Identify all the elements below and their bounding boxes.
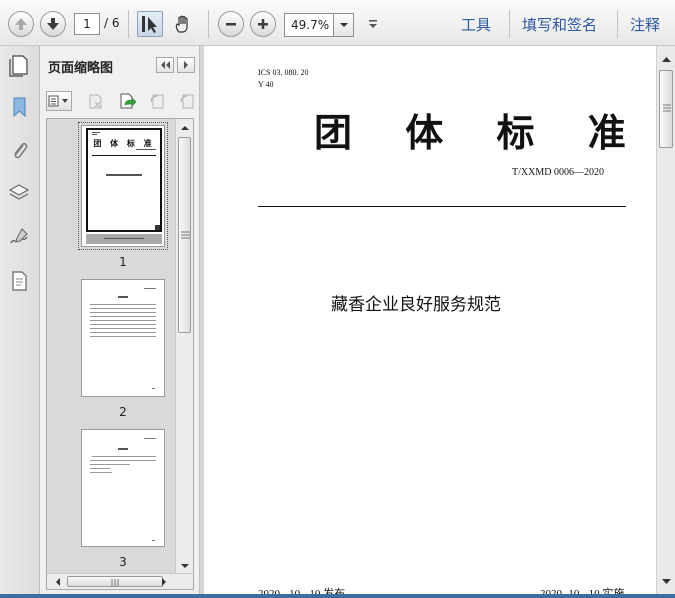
thumbnail-scroll-thumb[interactable] (178, 137, 191, 333)
thumbnails-header: 页面缩略图 (40, 46, 200, 84)
bookmark-icon[interactable] (6, 94, 32, 120)
select-tool-button[interactable] (137, 11, 163, 37)
classification-code: Y 40 (258, 80, 274, 89)
chevron-right-icon (184, 61, 188, 69)
thumbnails-panel: 页面缩略图 团 体 标 准 1 2 3 (40, 46, 200, 598)
thumbnail-page-3[interactable] (81, 429, 165, 547)
standard-name: 藏香企业良好服务规范 (331, 295, 501, 315)
plus-icon (258, 19, 268, 29)
standard-number: T/XXMD 0006—2020 (512, 167, 604, 178)
grip-icon (663, 104, 671, 112)
fill-sign-link[interactable]: 填写和签名 (522, 14, 597, 35)
toolbar-divider (509, 10, 510, 38)
grip-icon (111, 579, 119, 586)
content-icon[interactable] (6, 268, 32, 294)
scroll-right-icon (162, 578, 166, 586)
zoom-out-button[interactable] (218, 11, 244, 37)
thumbnail-hscroll-thumb[interactable] (67, 576, 163, 587)
thumbnail-list[interactable]: 团 体 标 准 1 2 3 (46, 118, 194, 590)
insert-page-icon (120, 93, 136, 109)
scroll-up-icon (662, 57, 671, 62)
toolbar-divider (617, 10, 618, 38)
thumbnail-page-2[interactable] (81, 279, 165, 397)
thumbnail-label: 2 (119, 405, 127, 419)
thumbnail-label: 3 (119, 555, 127, 569)
trash-icon (89, 94, 102, 109)
rotate-icon (150, 94, 164, 109)
thumbnail-page-1[interactable]: 团 体 标 准 (78, 122, 168, 250)
hand-tool-button[interactable] (170, 11, 196, 37)
rotate-cw-icon (180, 94, 194, 109)
panel-title: 页面缩略图 (48, 61, 114, 76)
expand-panel-button[interactable] (177, 57, 195, 73)
hand-icon (175, 15, 188, 33)
document-scrollbar[interactable] (656, 46, 675, 594)
attachment-icon[interactable] (6, 138, 32, 164)
toolbar-divider (208, 10, 209, 38)
thumbnail-tools (40, 86, 200, 116)
document-scroll-thumb[interactable] (659, 70, 673, 148)
next-page-button[interactable] (40, 11, 66, 37)
comment-link[interactable]: 注释 (630, 14, 660, 35)
scroll-down-icon (181, 564, 189, 568)
signature-icon[interactable] (6, 224, 32, 250)
page-thumbnails-icon[interactable] (6, 52, 32, 78)
double-chevron-left-icon (161, 61, 170, 69)
toolbar-divider (128, 10, 129, 38)
ics-code: ICS 03. 080. 20 (258, 68, 309, 77)
thumbnail-scrollbar[interactable] (175, 119, 193, 575)
title-divider (258, 206, 626, 207)
scroll-left-icon (56, 578, 60, 586)
chevron-down-icon (339, 23, 348, 27)
document-view[interactable]: ICS 03. 080. 20 Y 40 团 体 标 准 T/XXMD 0006… (204, 46, 656, 598)
layers-icon[interactable] (6, 180, 32, 206)
page-number-input[interactable]: 1 (74, 13, 100, 35)
thumbnail-label: 1 (119, 255, 127, 269)
arrow-up-icon (15, 18, 27, 30)
collapse-panel-button[interactable] (156, 57, 174, 73)
page-total: / 6 (104, 16, 120, 30)
zoom-in-button[interactable] (250, 11, 276, 37)
navigation-pane (0, 46, 40, 598)
rotate-page-cw-button[interactable] (176, 91, 198, 111)
grip-icon (181, 231, 190, 239)
document-title: 团 体 标 准 (314, 110, 646, 155)
options-icon (48, 95, 68, 107)
toolbar-options-button[interactable] (360, 11, 386, 37)
overflow-icon (369, 20, 377, 28)
prev-page-button[interactable] (8, 11, 34, 37)
scroll-down-icon (662, 579, 671, 584)
delete-page-button[interactable] (84, 91, 106, 111)
rotate-page-button[interactable] (146, 91, 168, 111)
taskbar-edge (0, 594, 675, 598)
zoom-level-input[interactable]: 49.7% (284, 13, 334, 37)
thumbnail-hscrollbar[interactable] (47, 573, 193, 589)
cursor-icon (142, 16, 157, 33)
minus-icon (226, 23, 236, 26)
zoom-dropdown-button[interactable] (334, 13, 354, 37)
scroll-up-icon (181, 126, 189, 130)
main-toolbar: 1 / 6 49.7% 工具 填写和签名 注释 (0, 0, 675, 46)
insert-page-button[interactable] (116, 91, 138, 111)
arrow-down-icon (47, 18, 59, 30)
tools-link[interactable]: 工具 (461, 14, 491, 35)
options-menu-button[interactable] (46, 91, 72, 111)
